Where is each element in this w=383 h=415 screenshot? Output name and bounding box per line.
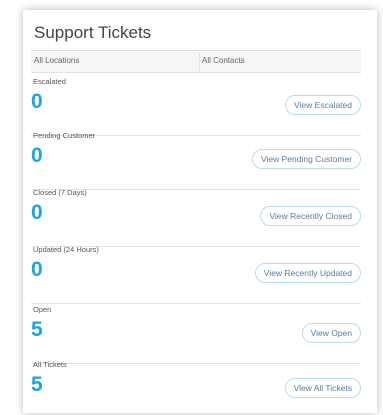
section-escalated: Escalated 0 View Escalated (31, 77, 361, 136)
pending-customer-count: 0 (31, 144, 43, 167)
closed-count: 0 (31, 201, 43, 224)
section-label: Open (33, 305, 52, 314)
updated-count: 0 (31, 258, 43, 281)
view-recently-updated-button[interactable]: View Recently Updated (254, 263, 361, 283)
filter-divider (199, 52, 200, 72)
contacts-filter[interactable]: All Contacts (202, 56, 245, 65)
section-label: Updated (24 Hours) (33, 245, 99, 254)
section-open: Open 5 View Open (31, 305, 361, 364)
section-label: All Tickets (33, 360, 67, 369)
section-updated-24-hours: Updated (24 Hours) 0 View Recently Updat… (31, 245, 361, 304)
escalated-count: 0 (31, 90, 43, 113)
view-all-tickets-button[interactable]: View All Tickets (284, 378, 361, 398)
filter-bar: All Locations All Contacts (31, 52, 361, 73)
page: Support Tickets All Locations All Contac… (0, 0, 383, 415)
view-open-button[interactable]: View Open (301, 323, 361, 343)
widget-title: Support Tickets (34, 23, 152, 42)
title-divider (31, 50, 361, 51)
section-label: Escalated (33, 77, 66, 86)
view-recently-closed-button[interactable]: View Recently Closed (260, 206, 361, 226)
section-closed-7-days: Closed (7 Days) 0 View Recently Closed (31, 188, 361, 247)
view-pending-customer-button[interactable]: View Pending Customer (251, 149, 361, 169)
support-tickets-widget: Support Tickets All Locations All Contac… (23, 10, 377, 413)
section-label: Closed (7 Days) (33, 188, 87, 197)
section-all-tickets: All Tickets 5 View All Tickets (31, 360, 361, 413)
view-escalated-button[interactable]: View Escalated (285, 95, 361, 115)
locations-filter[interactable]: All Locations (34, 56, 79, 65)
section-label: Pending Customer (33, 131, 96, 140)
all-tickets-count: 5 (31, 373, 43, 396)
section-pending-customer: Pending Customer 0 View Pending Customer (31, 131, 361, 190)
open-count: 5 (31, 318, 43, 341)
